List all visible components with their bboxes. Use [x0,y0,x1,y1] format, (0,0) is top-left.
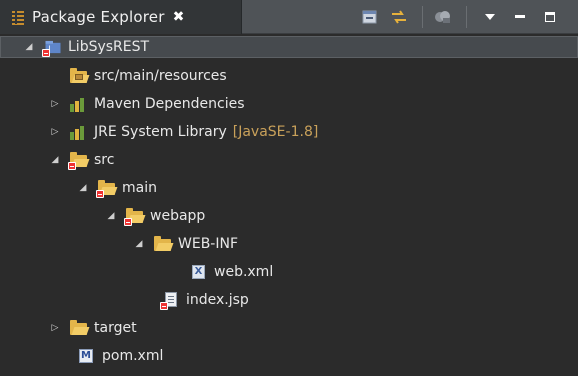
error-marker-icon [68,162,76,170]
tree-item[interactable]: ▷ target [48,315,137,341]
expanded-triangle-icon[interactable]: ◢ [22,40,36,54]
tree-item[interactable]: index.jsp [160,287,249,313]
item-label: src [94,152,115,168]
tree-item[interactable]: ◢ webapp [104,203,205,229]
item-label: JRE System Library [94,124,227,140]
jsp-file-icon [160,292,180,310]
item-label: WEB-INF [178,236,238,252]
item-label: Maven Dependencies [94,96,245,112]
item-label: pom.xml [102,348,164,364]
package-tree: ◢ J LibSysREST src/main/resources ▷ Mave… [0,34,578,376]
minimize-icon[interactable] [512,7,528,27]
library-icon [70,124,88,140]
item-label: src/main/resources [94,68,227,84]
collapsed-triangle-icon[interactable]: ▷ [48,125,62,139]
view-tab-bar: Package Explorer ✖ [0,0,578,34]
tree-item[interactable]: M pom.xml [78,343,163,369]
item-label: webapp [150,208,206,224]
tab-package-explorer[interactable]: Package Explorer ✖ [0,0,242,34]
folder-icon [70,320,88,336]
project-label: LibSysREST [68,39,150,55]
focus-on-active-task-icon[interactable] [432,7,454,27]
tab-title: Package Explorer [32,8,165,26]
toolbar-separator [422,6,423,28]
expanded-triangle-icon[interactable]: ◢ [48,153,62,167]
item-label: index.jsp [186,292,249,308]
collapse-all-icon[interactable] [360,7,380,27]
expanded-triangle-icon[interactable]: ◢ [76,181,90,195]
folder-icon [96,180,116,198]
tree-item-project[interactable]: ◢ J LibSysREST [22,34,149,60]
error-marker-icon [42,49,50,57]
item-label: target [94,320,137,336]
expanded-triangle-icon[interactable]: ◢ [104,209,118,223]
library-icon [70,96,88,112]
error-marker-icon [160,302,168,310]
folder-icon [124,208,144,226]
link-with-editor-icon[interactable] [388,7,410,27]
item-label: web.xml [214,264,274,280]
tree-item[interactable]: ▷ Maven Dependencies [48,91,245,117]
item-label: main [122,180,157,196]
collapsed-triangle-icon[interactable]: ▷ [48,97,62,111]
error-marker-icon [96,190,104,198]
tree-item[interactable]: ◢ main [76,175,157,201]
xml-file-icon: X [190,264,208,280]
expanded-triangle-icon[interactable]: ◢ [132,237,146,251]
close-icon[interactable]: ✖ [173,9,185,25]
collapsed-triangle-icon[interactable]: ▷ [48,321,62,335]
folder-icon [68,152,88,170]
project-icon: J [42,39,62,57]
folder-icon [154,236,172,252]
jre-version-decoration: [JavaSE-1.8] [232,124,319,140]
view-menu-icon[interactable] [482,7,498,27]
maximize-icon[interactable] [542,7,558,27]
tree-item[interactable]: ◢ src [48,147,114,173]
source-folder-icon [70,68,88,84]
tree-item[interactable]: X web.xml [190,259,273,285]
tree-item[interactable]: ◢ WEB-INF [132,231,238,257]
package-explorer-icon [12,10,24,25]
tree-item[interactable]: src/main/resources [70,63,227,89]
toolbar-separator [466,6,467,28]
error-marker-icon [124,218,132,226]
tree-item[interactable]: ▷ JRE System Library [JavaSE-1.8] [48,119,318,145]
maven-pom-icon: M [78,348,96,364]
